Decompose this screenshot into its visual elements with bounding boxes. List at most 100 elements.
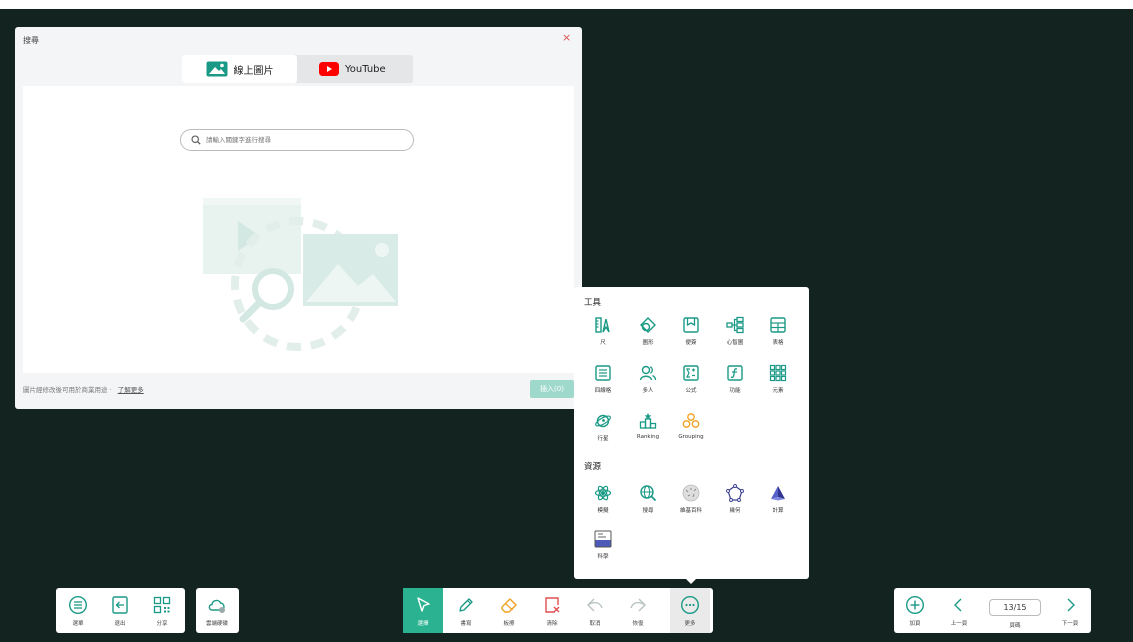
exit-label: 退出 (114, 621, 126, 627)
resource-search[interactable]: 搜尋 (629, 484, 667, 520)
cloud-drive-button[interactable]: 雲端硬碟 (197, 588, 237, 633)
tool-label: 多人 (642, 388, 654, 394)
license-note: 圖片經修改後可用於商業用途 · 了解更多 (23, 384, 144, 394)
youtube-icon (319, 62, 339, 76)
menu-label: 選單 (72, 621, 84, 627)
search-results-area (23, 86, 574, 373)
more-button[interactable]: 更多 (670, 588, 710, 633)
share-label: 分享 (156, 621, 168, 627)
select-button[interactable]: 選擇 (403, 588, 443, 633)
tool-label: Grouping (678, 434, 704, 440)
learn-more-link[interactable]: 了解更多 (118, 386, 144, 394)
tool-function[interactable]: 功能 (716, 364, 754, 400)
tool-label: 尺 (600, 340, 606, 346)
resources-section-title: 資源 (584, 462, 602, 472)
redo-icon (630, 598, 646, 612)
tab-online-images-label: 線上圖片 (233, 65, 274, 77)
resource-calculator[interactable]: 計算 (759, 484, 797, 520)
formula-icon (683, 365, 699, 381)
undo-button[interactable]: 取消 (575, 588, 615, 633)
next-page-label: 下一頁 (1061, 621, 1079, 627)
tools-section-title: 工具 (584, 298, 602, 308)
mind-map-icon (726, 316, 744, 334)
search-input[interactable] (206, 136, 406, 144)
cloud-drive-icon (208, 599, 225, 613)
add-page-icon (905, 595, 925, 615)
resource-label: 維基百科 (679, 508, 702, 514)
search-field[interactable] (180, 129, 414, 151)
table-icon (770, 317, 786, 333)
ranking-icon (639, 413, 657, 429)
tool-grouping[interactable]: Grouping (672, 412, 710, 448)
tool-planet[interactable]: 行星 (584, 412, 622, 448)
resource-science[interactable]: 科學 (584, 530, 622, 566)
eraser-button[interactable]: 板擦 (489, 588, 529, 633)
more-tools-panel: 工具 尺 圖形 便簽 心智圖 表格 四線格 多人 公式 功能 元素 行星 Ran… (574, 287, 809, 579)
next-page-button[interactable]: 下一頁 (1050, 588, 1090, 633)
tool-four-line-grid[interactable]: 四線格 (584, 364, 622, 400)
more-label: 更多 (684, 621, 696, 627)
tool-multi-user[interactable]: 多人 (629, 364, 667, 400)
prev-page-label: 上一頁 (950, 621, 968, 627)
clear-button[interactable]: 清除 (532, 588, 572, 633)
tool-table[interactable]: 表格 (759, 316, 797, 352)
cloud-drive-label: 雲端硬碟 (205, 621, 228, 627)
tool-label: 圖形 (642, 340, 654, 346)
prev-page-button[interactable]: 上一頁 (939, 588, 979, 633)
image-icon (206, 61, 227, 77)
resource-label: 模擬 (597, 508, 609, 514)
redo-button[interactable]: 恢復 (618, 588, 658, 633)
pen-icon (459, 598, 473, 612)
tool-sticky-note[interactable]: 便簽 (672, 316, 710, 352)
ruler-icon (595, 317, 610, 333)
resource-simulation[interactable]: 模擬 (584, 484, 622, 520)
pen-button[interactable]: 書寫 (446, 588, 486, 633)
tool-label: 表格 (772, 340, 784, 346)
qr-share-icon (153, 596, 171, 614)
tab-youtube[interactable]: YouTube (319, 55, 413, 83)
pen-label: 書寫 (460, 621, 472, 627)
screen: 搜尋 × 線上圖片 YouTube 請輸入關鍵字進行搜尋 圖片經修改後可用於商業… (0, 0, 1133, 642)
exit-button[interactable]: 退出 (100, 588, 140, 633)
resource-label: 搜尋 (642, 508, 654, 514)
panel-pointer (685, 578, 697, 584)
elements-icon (769, 364, 787, 382)
menu-button[interactable]: 選單 (58, 588, 98, 633)
four-line-grid-icon (595, 365, 611, 381)
shapes-icon (640, 317, 656, 333)
tool-shapes[interactable]: 圖形 (629, 316, 667, 352)
tab-online-images[interactable]: 線上圖片 (182, 55, 297, 83)
page-toolbar: 加頁 上一頁 13/15 頁碼 下一頁 (894, 588, 1091, 633)
tool-ruler[interactable]: 尺 (584, 316, 622, 352)
function-icon (727, 365, 743, 381)
grouping-icon (682, 413, 700, 428)
science-icon (594, 530, 612, 548)
tool-formula[interactable]: 公式 (672, 364, 710, 400)
tab-youtube-label: YouTube (345, 63, 386, 75)
tool-mind-map[interactable]: 心智圖 (716, 316, 754, 352)
eraser-icon (501, 598, 517, 613)
search-icon (191, 135, 201, 145)
tool-elements[interactable]: 元素 (759, 364, 797, 400)
source-tabs: 線上圖片 YouTube (182, 55, 413, 83)
resource-label: 計算 (772, 508, 784, 514)
license-text: 圖片經修改後可用於商業用途 · (23, 386, 114, 394)
undo-label: 取消 (589, 621, 601, 627)
resource-wikipedia[interactable]: 維基百科 (672, 484, 710, 520)
tool-label: 行星 (597, 436, 609, 442)
resource-geometry[interactable]: 幾何 (716, 484, 754, 520)
tool-label: 四線格 (594, 388, 612, 394)
add-page-button[interactable]: 加頁 (895, 588, 935, 633)
tool-label: 公式 (685, 388, 697, 394)
share-button[interactable]: 分享 (142, 588, 182, 633)
undo-icon (587, 598, 603, 612)
page-indicator[interactable]: 13/15 (989, 599, 1041, 616)
chevron-left-icon (954, 598, 962, 612)
tool-ranking[interactable]: Ranking (629, 412, 667, 448)
search-dialog: 搜尋 × 線上圖片 YouTube 請輸入關鍵字進行搜尋 圖片經修改後可用於商業… (15, 27, 582, 409)
geometry-icon (726, 484, 744, 502)
close-icon[interactable]: × (562, 31, 571, 44)
resource-label: 科學 (597, 554, 609, 560)
insert-button[interactable]: 插入(0) (530, 380, 574, 398)
left-toolbar: 選單 退出 分享 (56, 588, 185, 633)
